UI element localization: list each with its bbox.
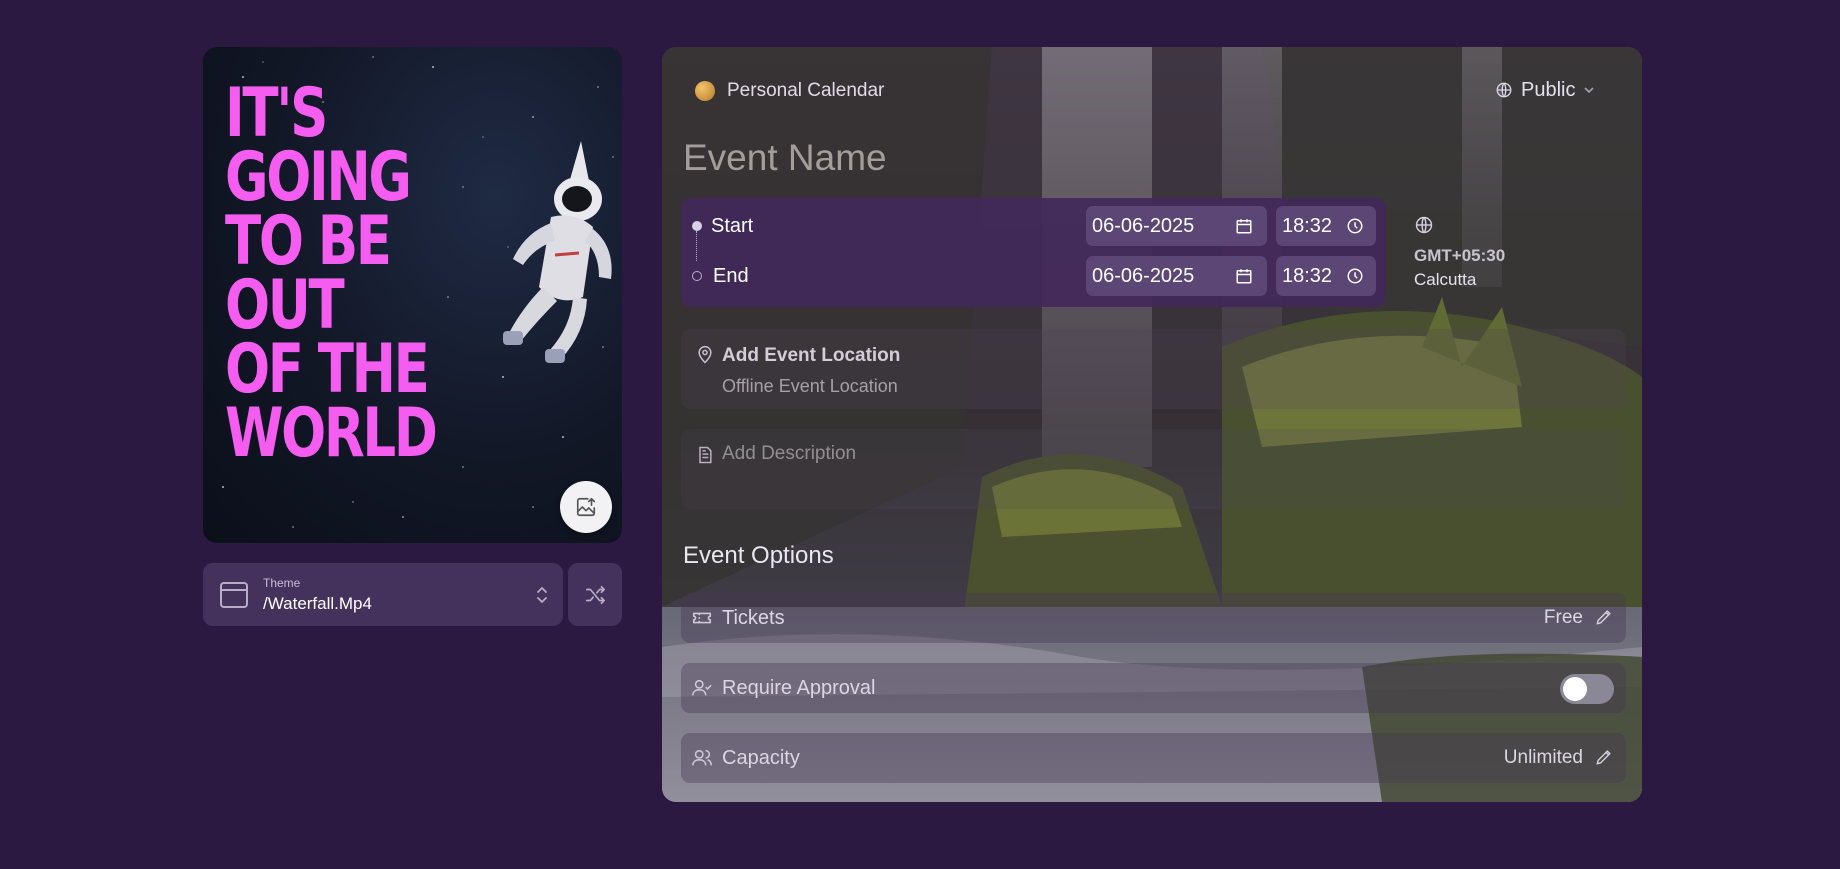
timezone-city: Calcutta [1414, 270, 1477, 289]
globe-icon [1496, 82, 1512, 98]
calendar-selector[interactable]: Personal Calendar [695, 75, 884, 107]
end-dot [692, 271, 702, 281]
theme-label: Theme [263, 575, 301, 590]
tickets-value: Free [1543, 607, 1583, 628]
capacity-label: Capacity [722, 746, 800, 769]
change-cover-button[interactable] [560, 481, 612, 533]
astronaut-illustration [503, 141, 612, 363]
cover-headline: IT'S GOING TO BE OUT OF THE WORLD [225, 74, 438, 473]
calendar-name: Personal Calendar [727, 80, 885, 101]
shuffle-icon [585, 585, 605, 604]
event-options-heading: Event Options [683, 542, 834, 569]
clock-icon[interactable] [1346, 267, 1368, 285]
theme-value: /Waterfall.Mp4 [263, 593, 372, 613]
users-icon [691, 747, 713, 774]
start-date-value: 06-06-2025 [1092, 214, 1195, 237]
start-time-input[interactable]: 18:32 [1276, 206, 1376, 246]
globe-icon [1415, 216, 1433, 234]
start-row: Start 06-06-2025 18:32 [681, 206, 1386, 246]
end-date-input[interactable]: 06-06-2025 [1086, 256, 1267, 296]
layout-icon [217, 578, 251, 612]
toggle-knob [1563, 677, 1587, 701]
require-approval-option: Require Approval [681, 663, 1626, 713]
visibility-label: Public [1521, 78, 1576, 101]
end-label: End [713, 264, 749, 287]
chevron-up-down-icon [527, 584, 557, 606]
calendar-icon[interactable] [1235, 267, 1259, 285]
end-row: End 06-06-2025 18:32 [681, 256, 1386, 296]
image-upload-icon [576, 497, 596, 517]
edit-pencil-icon[interactable] [1594, 747, 1614, 772]
capacity-value: Unlimited [1503, 747, 1583, 768]
start-label: Start [711, 214, 754, 237]
description-field[interactable]: Add Description [681, 429, 1626, 509]
chevron-down-icon [1584, 87, 1595, 94]
approval-toggle[interactable] [1560, 674, 1614, 704]
event-name-input[interactable] [683, 133, 1383, 183]
visibility-dropdown[interactable]: Public [1495, 72, 1595, 108]
date-time-section: Start 06-06-2025 18:32 End 06-06-2025 18… [681, 198, 1386, 307]
description-placeholder: Add Description [722, 443, 857, 464]
tickets-label: Tickets [722, 606, 785, 629]
clock-icon[interactable] [1346, 217, 1368, 235]
end-time-input[interactable]: 18:32 [1276, 256, 1376, 296]
calendar-icon[interactable] [1235, 217, 1259, 235]
document-icon [695, 445, 715, 470]
capacity-option: Capacity Unlimited [681, 733, 1626, 783]
timezone-selector[interactable]: GMT+05:30 Calcutta [1414, 215, 1534, 290]
ticket-icon [691, 607, 713, 634]
start-date-input[interactable]: 06-06-2025 [1086, 206, 1267, 246]
event-form-panel: Personal Calendar Public Start 06-06-202… [662, 47, 1642, 802]
end-time-value: 18:32 [1282, 264, 1333, 287]
start-time-value: 18:32 [1282, 214, 1333, 237]
map-pin-icon [695, 345, 715, 370]
start-dot [692, 221, 702, 231]
end-date-value: 06-06-2025 [1092, 264, 1195, 287]
tickets-option: Tickets Free [681, 593, 1626, 643]
shuffle-theme-button[interactable] [568, 563, 622, 626]
timezone-offset: GMT+05:30 [1414, 246, 1506, 265]
calendar-avatar [695, 81, 715, 101]
edit-pencil-icon[interactable] [1594, 607, 1614, 632]
location-title: Add Event Location [722, 345, 901, 366]
approval-label: Require Approval [722, 676, 876, 699]
user-check-icon [691, 677, 713, 704]
location-subtitle: Offline Event Location [722, 376, 898, 396]
theme-select[interactable]: Theme /Waterfall.Mp4 [203, 563, 563, 626]
event-location-field[interactable]: Add Event Location Offline Event Locatio… [681, 329, 1626, 409]
event-cover-image: IT'S GOING TO BE OUT OF THE WORLD [203, 47, 622, 543]
